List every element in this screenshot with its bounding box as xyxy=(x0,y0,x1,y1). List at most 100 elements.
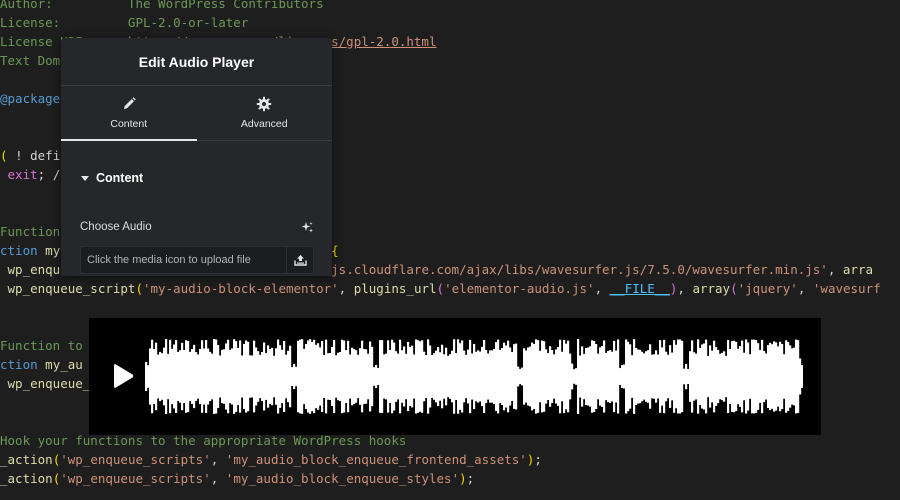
waveform-bar xyxy=(651,354,654,399)
waveform-bar xyxy=(451,350,454,403)
waveform-bar xyxy=(565,343,568,410)
waveform-bar xyxy=(481,346,484,407)
waveform-bar xyxy=(697,339,700,414)
waveform-bar xyxy=(521,367,524,386)
waveform-bar xyxy=(759,350,762,403)
waveform-bar xyxy=(255,347,258,406)
waveform-bar xyxy=(205,340,208,413)
waveform-bar xyxy=(569,353,572,400)
waveform-bar xyxy=(359,348,362,405)
code-token: , xyxy=(210,452,226,467)
caret-down-icon xyxy=(81,175,89,181)
tab-content[interactable]: Content xyxy=(61,86,197,141)
waveform-bar xyxy=(367,353,370,400)
waveform-bar xyxy=(477,350,480,403)
waveform-bar xyxy=(157,354,160,399)
code-token: ction xyxy=(0,243,38,258)
tab-advanced-label: Advanced xyxy=(240,118,288,130)
play-icon[interactable] xyxy=(111,363,135,389)
media-placeholder: Click the media icon to upload file xyxy=(87,254,251,266)
waveform-bar xyxy=(779,341,782,412)
choose-audio-label: Choose Audio xyxy=(80,221,152,233)
waveform-bar xyxy=(769,342,772,411)
waveform-bar xyxy=(149,348,152,405)
waveform-bar xyxy=(223,349,226,404)
code-token: Hook your functions to the appropriate W… xyxy=(0,433,407,448)
waveform-bar xyxy=(233,339,236,414)
waveform-bar xyxy=(311,341,314,412)
waveform-bar xyxy=(319,347,322,406)
waveform-bar xyxy=(297,340,300,413)
waveform-bar xyxy=(701,344,704,409)
waveform-bar xyxy=(177,351,180,402)
waveform-bar xyxy=(147,365,150,388)
media-upload-field[interactable]: Click the media icon to upload file xyxy=(80,246,314,274)
waveform-bar xyxy=(735,341,738,412)
waveform-bar xyxy=(201,340,204,413)
code-token: my_au xyxy=(37,357,83,372)
waveform-bar xyxy=(407,341,410,412)
waveform[interactable] xyxy=(145,338,803,415)
waveform-bar xyxy=(231,348,234,405)
waveform-bar xyxy=(369,341,372,412)
waveform-bar xyxy=(239,340,242,413)
waveform-bar xyxy=(577,339,580,414)
waveform-bar xyxy=(775,342,778,411)
waveform-bar xyxy=(151,339,154,414)
waveform-bar xyxy=(655,350,658,403)
waveform-bar xyxy=(555,349,558,404)
waveform-bar xyxy=(475,351,478,402)
waveform-bar xyxy=(211,353,214,400)
waveform-bar xyxy=(783,354,786,399)
code-line: Function to xyxy=(0,336,83,355)
media-upload-button[interactable] xyxy=(286,247,313,273)
waveform-bar xyxy=(187,340,190,413)
code-token: , xyxy=(594,281,610,296)
waveform-bar xyxy=(401,350,404,403)
waveform-bar xyxy=(547,353,550,400)
waveform-bar xyxy=(627,341,630,412)
tab-content-label: Content xyxy=(110,118,148,130)
waveform-bar xyxy=(227,339,230,414)
waveform-bar xyxy=(771,344,774,409)
edit-audio-player-panel: Edit Audio Player Content Advanced Conte… xyxy=(61,38,332,276)
code-token: my xyxy=(37,243,61,258)
waveform-bar xyxy=(777,346,780,407)
waveform-bar xyxy=(545,349,548,404)
waveform-bar xyxy=(377,367,380,386)
waveform-bar xyxy=(275,348,278,405)
waveform-bar xyxy=(713,340,716,413)
waveform-bar xyxy=(509,347,512,406)
waveform-bar xyxy=(685,363,688,390)
waveform-bar xyxy=(739,346,742,407)
waveform-bar xyxy=(473,343,476,410)
waveform-bar xyxy=(321,340,324,413)
waveform-bar xyxy=(181,342,184,411)
waveform-bar xyxy=(533,344,536,409)
waveform-bar xyxy=(635,347,638,406)
sparkle-icon[interactable] xyxy=(301,221,314,234)
code-line: wp_enqueue_ xyxy=(0,374,91,393)
waveform-bar xyxy=(421,340,424,413)
code-token: ction xyxy=(0,357,38,372)
waveform-bar xyxy=(583,353,586,400)
waveform-bar xyxy=(213,339,216,414)
code-token: wp_enqueue_ xyxy=(0,376,91,391)
section-content-toggle[interactable]: Content xyxy=(61,141,332,215)
code-token: ; xyxy=(534,452,542,467)
waveform-bar xyxy=(673,340,676,413)
waveform-bar xyxy=(283,341,286,412)
waveform-bar xyxy=(799,358,802,395)
code-line: wp_enqueue_script('my-audio-block-elemen… xyxy=(0,279,881,298)
waveform-bar xyxy=(609,350,612,403)
waveform-bar xyxy=(525,350,528,403)
tab-advanced[interactable]: Advanced xyxy=(197,86,333,140)
waveform-bar xyxy=(649,344,652,409)
waveform-bar xyxy=(305,344,308,409)
waveform-bar xyxy=(299,339,302,414)
waveform-bar xyxy=(511,352,514,401)
waveform-bar xyxy=(161,353,164,400)
waveform-bar xyxy=(723,351,726,402)
code-token: ( xyxy=(135,281,143,296)
waveform-bar xyxy=(349,354,352,399)
